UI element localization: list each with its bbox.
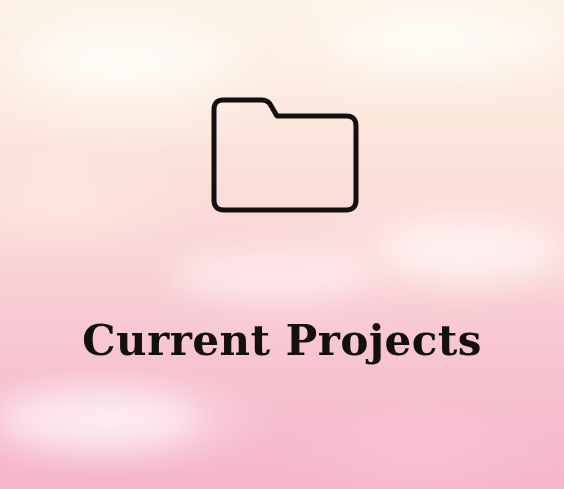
folder-icon — [211, 97, 359, 213]
background-cloud — [0, 390, 200, 450]
current-projects-card[interactable]: Current Projects — [0, 0, 564, 489]
background-cloud — [330, 10, 560, 70]
page-title: Current Projects — [82, 316, 482, 365]
background-cloud — [20, 20, 240, 90]
background-cloud — [170, 250, 370, 300]
background-cloud — [380, 220, 560, 280]
